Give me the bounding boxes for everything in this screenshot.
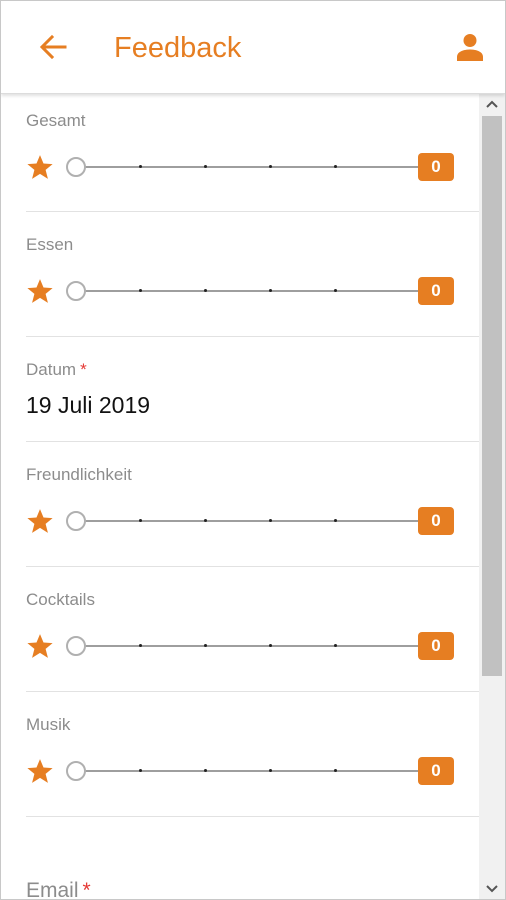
rating-value-badge: 0 <box>418 153 454 181</box>
rating-field-freundlichkeit: Freundlichkeit 0 <box>26 442 479 567</box>
slider-thumb[interactable] <box>66 511 86 531</box>
slider-track <box>76 645 426 647</box>
slider-track <box>76 290 426 292</box>
star-icon <box>27 509 53 533</box>
feedback-form: Gesamt 0 Essen 0 Datum * 19 Juli 2019 Fr… <box>1 94 479 899</box>
slider-tick <box>334 289 337 292</box>
rating-value-badge: 0 <box>418 277 454 305</box>
app-header: Feedback <box>1 1 505 94</box>
rating-slider-freundlichkeit[interactable] <box>66 511 426 531</box>
rating-label: Freundlichkeit <box>26 465 132 484</box>
slider-thumb[interactable] <box>66 281 86 301</box>
slider-thumb[interactable] <box>66 157 86 177</box>
rating-value-badge: 0 <box>418 507 454 535</box>
email-label-text: Email <box>26 879 79 899</box>
rating-value-badge: 0 <box>418 632 454 660</box>
profile-button[interactable] <box>454 31 486 63</box>
back-button[interactable] <box>37 31 69 63</box>
star-icon <box>27 279 53 303</box>
slider-tick <box>269 165 272 168</box>
slider-tick <box>334 769 337 772</box>
slider-tick <box>139 769 142 772</box>
page-title: Feedback <box>114 32 242 64</box>
slider-tick <box>334 644 337 647</box>
slider-tick <box>139 289 142 292</box>
slider-tick <box>204 644 207 647</box>
date-label-text: Datum <box>26 360 77 379</box>
rating-slider-musik[interactable] <box>66 761 426 781</box>
slider-thumb[interactable] <box>66 636 86 656</box>
person-icon <box>457 34 483 61</box>
star-icon <box>27 634 53 658</box>
date-field[interactable]: Datum * 19 Juli 2019 <box>26 337 479 442</box>
slider-tick <box>334 165 337 168</box>
slider-tick <box>204 289 207 292</box>
slider-tick <box>269 644 272 647</box>
chevron-down-icon[interactable] <box>479 879 505 899</box>
rating-label: Gesamt <box>26 111 86 130</box>
chevron-up-icon[interactable] <box>479 94 505 114</box>
arrow-left-icon <box>39 34 67 60</box>
vertical-scrollbar[interactable] <box>479 94 505 899</box>
slider-tick <box>269 289 272 292</box>
slider-tick <box>334 519 337 522</box>
date-value[interactable]: 19 Juli 2019 <box>26 391 150 419</box>
date-label: Datum * <box>26 360 87 380</box>
star-icon <box>27 155 53 179</box>
slider-track <box>76 166 426 168</box>
required-marker: * <box>80 360 87 379</box>
slider-tick <box>139 519 142 522</box>
slider-tick <box>269 519 272 522</box>
rating-label: Cocktails <box>26 590 95 609</box>
slider-tick <box>269 769 272 772</box>
app-frame: Feedback Gesamt 0 Essen 0 Datum * 19 Jul… <box>0 0 506 900</box>
rating-label: Musik <box>26 715 71 734</box>
rating-slider-gesamt[interactable] <box>66 157 426 177</box>
star-icon <box>27 759 53 783</box>
rating-field-gesamt: Gesamt 0 <box>26 94 479 212</box>
slider-track <box>76 770 426 772</box>
rating-value-badge: 0 <box>418 757 454 785</box>
slider-tick <box>139 165 142 168</box>
slider-track <box>76 520 426 522</box>
scrollbar-thumb[interactable] <box>482 116 502 676</box>
email-label: Email * <box>26 879 91 899</box>
rating-slider-essen[interactable] <box>66 281 426 301</box>
rating-field-cocktails: Cocktails 0 <box>26 567 479 692</box>
required-marker: * <box>82 879 91 899</box>
rating-field-musik: Musik 0 <box>26 692 479 817</box>
slider-tick <box>139 644 142 647</box>
slider-tick <box>204 519 207 522</box>
rating-field-essen: Essen 0 <box>26 212 479 337</box>
slider-tick <box>204 769 207 772</box>
slider-tick <box>204 165 207 168</box>
slider-thumb[interactable] <box>66 761 86 781</box>
rating-label: Essen <box>26 235 74 254</box>
rating-slider-cocktails[interactable] <box>66 636 426 656</box>
